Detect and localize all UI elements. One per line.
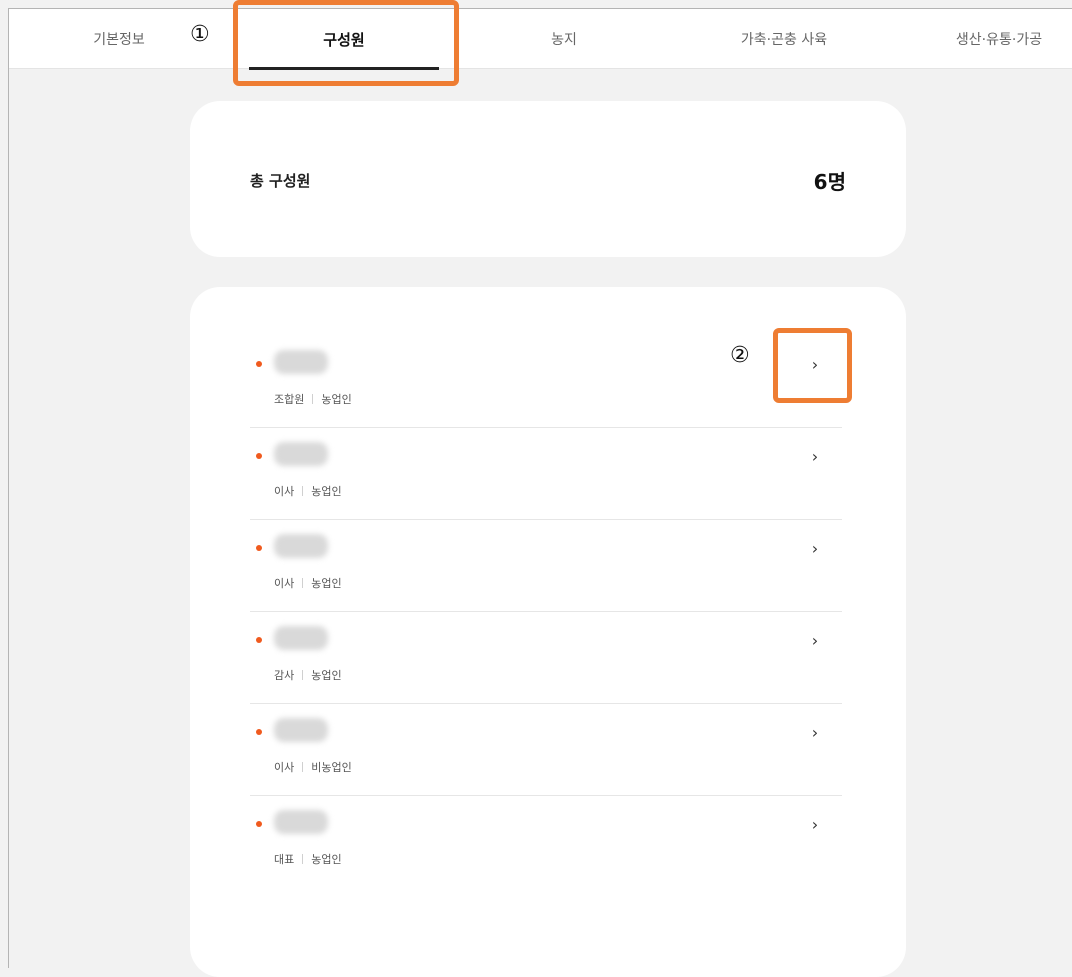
total-members-label: 총 구성원 xyxy=(250,172,311,190)
member-row[interactable]: 이사 농업인 › xyxy=(250,520,842,612)
member-type: 농업인 xyxy=(311,853,342,866)
member-name-redacted xyxy=(274,442,328,466)
meta-divider xyxy=(302,486,304,496)
chevron-right-icon[interactable]: › xyxy=(808,541,822,557)
member-role: 조합원 xyxy=(274,393,305,406)
annotation-number-1: ① xyxy=(190,22,210,47)
member-meta: 대표 농업인 xyxy=(274,851,342,867)
member-row[interactable]: 이사 비농업인 › xyxy=(250,704,842,796)
total-members-value: 6명 xyxy=(813,170,846,194)
meta-divider xyxy=(302,762,304,772)
member-type: 농업인 xyxy=(311,669,342,682)
member-name-redacted xyxy=(274,534,328,558)
member-row[interactable]: 감사 농업인 › xyxy=(250,612,842,704)
member-role: 이사 xyxy=(274,485,295,498)
bullet-dot-icon xyxy=(256,637,262,643)
bullet-dot-icon xyxy=(256,361,262,367)
tab-production-distribution[interactable]: 생산·유통·가공 xyxy=(929,9,1069,69)
member-row[interactable]: 대표 농업인 › xyxy=(250,796,842,888)
annotation-number-2: ② xyxy=(730,343,750,368)
tab-bar: 기본정보 구성원 농지 가축·곤충 사육 생산·유통·가공 xyxy=(9,9,1072,69)
bullet-dot-icon xyxy=(256,821,262,827)
member-meta: 감사 농업인 xyxy=(274,667,342,683)
member-type: 비농업인 xyxy=(311,761,352,774)
meta-divider xyxy=(302,854,304,864)
member-role: 이사 xyxy=(274,577,295,590)
chevron-right-icon[interactable]: › xyxy=(808,725,822,741)
tab-basic-info[interactable]: 기본정보 xyxy=(79,9,159,69)
tab-farmland[interactable]: 농지 xyxy=(529,9,599,69)
member-name-redacted xyxy=(274,626,328,650)
chevron-right-icon[interactable]: › xyxy=(808,633,822,649)
member-role: 대표 xyxy=(274,853,295,866)
member-type: 농업인 xyxy=(311,577,342,590)
member-name-redacted xyxy=(274,810,328,834)
member-name-redacted xyxy=(274,718,328,742)
meta-divider xyxy=(302,670,304,680)
member-meta: 이사 비농업인 xyxy=(274,759,352,775)
annotation-box-2 xyxy=(773,328,852,403)
bullet-dot-icon xyxy=(256,453,262,459)
member-meta: 이사 농업인 xyxy=(274,483,342,499)
member-type: 농업인 xyxy=(321,393,352,406)
member-meta: 조합원 농업인 xyxy=(274,391,352,407)
annotation-box-1 xyxy=(233,0,459,86)
member-name-redacted xyxy=(274,350,328,374)
member-type: 농업인 xyxy=(311,485,342,498)
tab-livestock-insects[interactable]: 가축·곤충 사육 xyxy=(699,9,869,69)
chevron-right-icon[interactable]: › xyxy=(808,449,822,465)
bullet-dot-icon xyxy=(256,729,262,735)
member-row[interactable]: 조합원 농업인 › xyxy=(250,336,842,428)
chevron-right-icon[interactable]: › xyxy=(808,817,822,833)
member-meta: 이사 농업인 xyxy=(274,575,342,591)
member-row[interactable]: 이사 농업인 › xyxy=(250,428,842,520)
bullet-dot-icon xyxy=(256,545,262,551)
meta-divider xyxy=(302,578,304,588)
member-role: 이사 xyxy=(274,761,295,774)
member-role: 감사 xyxy=(274,669,295,682)
meta-divider xyxy=(312,394,314,404)
